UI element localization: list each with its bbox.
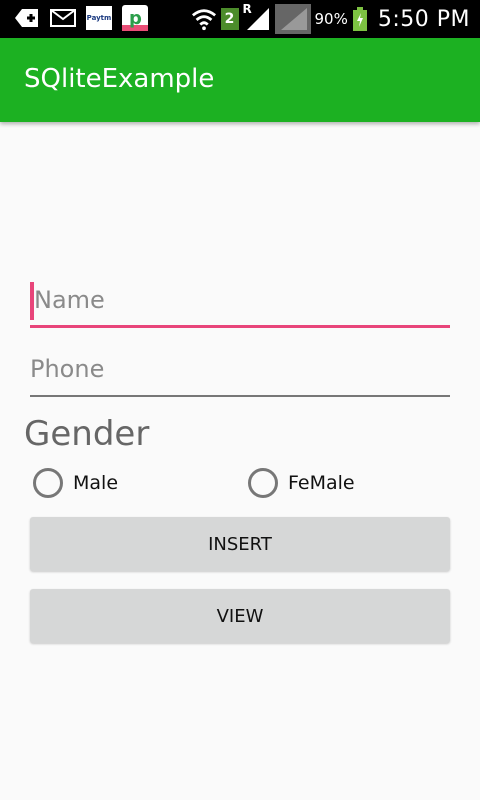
paytm-p-icon: p xyxy=(122,5,148,31)
radio-female-label: FeMale xyxy=(288,472,355,494)
app-bar: SQliteExample xyxy=(0,38,480,122)
add-notification-icon xyxy=(14,6,40,30)
radio-male-circle[interactable] xyxy=(33,468,63,498)
insert-button[interactable]: INSERT xyxy=(30,517,450,571)
phone-underline xyxy=(30,395,450,397)
app-title: SQliteExample xyxy=(24,64,215,94)
name-underline xyxy=(30,325,450,328)
notification-icons: Paytm p xyxy=(14,5,148,31)
email-icon xyxy=(50,6,76,30)
battery-charging-icon xyxy=(352,7,368,31)
name-placeholder: Name xyxy=(34,286,105,314)
signal-empty-icon xyxy=(274,4,311,34)
clock: 5:50 PM xyxy=(377,6,470,32)
view-button[interactable]: VIEW xyxy=(30,589,450,643)
battery-percent: 90% xyxy=(314,10,348,28)
name-input[interactable]: Name xyxy=(30,282,450,328)
radio-female-circle[interactable] xyxy=(248,468,278,498)
system-icons: 2 R 90% 5:50 PM xyxy=(191,2,471,34)
radio-male-label: Male xyxy=(73,472,119,494)
radio-female[interactable]: FeMale xyxy=(248,468,355,498)
signal-icon: R xyxy=(243,2,271,32)
wifi-icon xyxy=(191,7,217,31)
sim-slot-badge: 2 xyxy=(220,8,239,30)
phone-input[interactable]: Phone xyxy=(30,351,450,397)
svg-text:p: p xyxy=(129,8,142,29)
phone-placeholder: Phone xyxy=(30,355,105,383)
gender-label: Gender xyxy=(24,414,150,454)
status-bar: Paytm p 2 R 90% 5:50 PM xyxy=(0,0,480,38)
radio-male[interactable]: Male xyxy=(33,468,118,498)
paytm-icon: Paytm xyxy=(86,6,112,30)
